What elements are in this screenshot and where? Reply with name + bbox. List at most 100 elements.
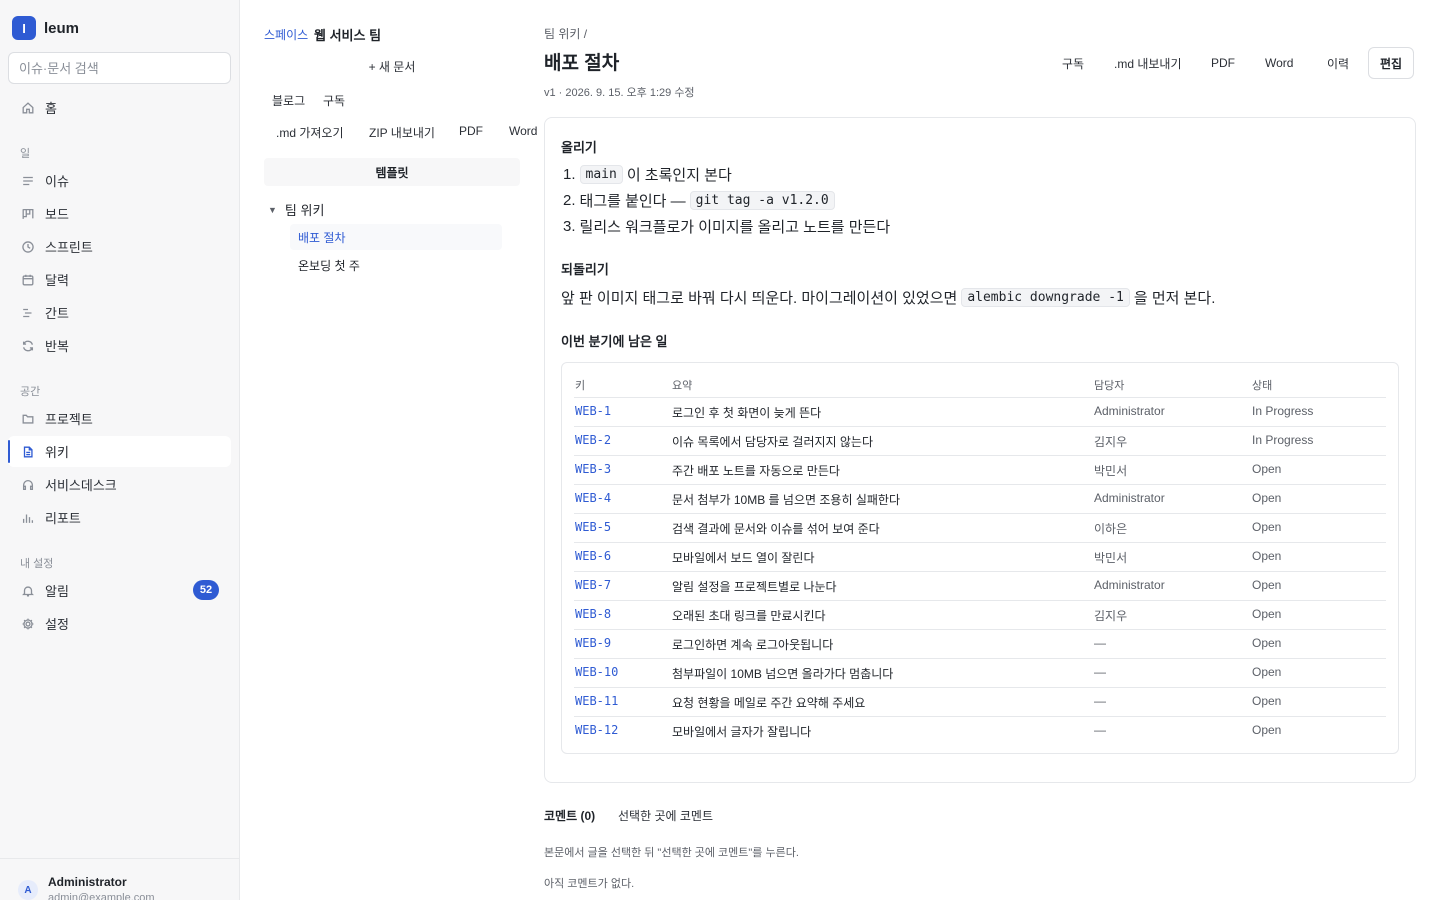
issue-key-link[interactable]: WEB-5 [575, 520, 611, 534]
rollback-paragraph: 앞 판 이미지 태그로 바꿔 다시 띄운다. 마이그레이션이 있었으면 alem… [561, 287, 1215, 308]
column-header-status: 상태 [1252, 380, 1273, 392]
sidebar-item-sprint[interactable]: 스프린트 [8, 231, 231, 262]
issue-assignee: 박민서 [1094, 464, 1128, 478]
issue-assignee: Administrator [1094, 578, 1165, 592]
row-divider [574, 687, 1386, 688]
brand[interactable]: I leum [12, 16, 79, 40]
document-meta: v1 · 2026. 9. 15. 오후 1:29 수정 [544, 87, 695, 99]
issue-key-link[interactable]: WEB-12 [575, 723, 618, 737]
home-icon [22, 101, 34, 113]
list-text: 이 초록인지 본다 [626, 167, 732, 184]
sidebar-item-issues[interactable]: 이슈 [8, 165, 231, 196]
sidebar-item-label: 리포트 [45, 511, 81, 526]
import-md-button[interactable]: .md 가져오기 [276, 124, 344, 141]
sidebar-item-wiki[interactable]: 위키 [8, 436, 231, 467]
row-divider [574, 426, 1386, 427]
caret-down-icon[interactable]: ▼ [268, 205, 277, 215]
column-header-key: 키 [575, 380, 586, 392]
issue-key-link[interactable]: WEB-6 [575, 549, 611, 563]
sidebar-item-home[interactable]: 홈 [8, 92, 231, 123]
export-word-button[interactable]: Word [1265, 48, 1293, 78]
template-button[interactable]: 템플릿 [264, 158, 520, 186]
user-profile[interactable]: A Administrator admin@example.com [0, 858, 239, 900]
list-icon [23, 176, 33, 185]
issue-key-link[interactable]: WEB-1 [575, 404, 611, 418]
issue-key-link[interactable]: WEB-7 [575, 578, 611, 592]
space-pdf-button[interactable]: PDF [459, 124, 483, 138]
issue-summary: 첨부파일이 10MB 넘으면 올라가다 멈춥니다 [672, 667, 894, 681]
sidebar: I leum 홈 일 이슈 보드 스프린트 달력 간트 반복 공간 프로젝트 위… [0, 0, 240, 900]
issue-summary: 문서 첨부가 10MB 를 넘으면 조용히 실패한다 [672, 493, 900, 507]
issue-status: Open [1252, 462, 1282, 476]
list-text: 태그를 붙인다 — [579, 193, 686, 210]
issue-status: In Progress [1252, 433, 1314, 447]
avatar: A [18, 880, 38, 900]
row-divider [574, 513, 1386, 514]
issue-status: Open [1252, 578, 1282, 592]
inline-code: git tag -a v1.2.0 [689, 191, 835, 210]
search-input[interactable] [8, 52, 231, 84]
issue-key-link[interactable]: WEB-10 [575, 665, 618, 679]
tree-node-team-wiki[interactable]: ▼ 팀 위키 [268, 200, 324, 219]
sidebar-item-board[interactable]: 보드 [8, 198, 231, 229]
issue-key-link[interactable]: WEB-11 [575, 694, 618, 708]
tree-node-deploy[interactable]: 배포 절차 [290, 224, 502, 250]
sidebar-item-label: 보드 [45, 207, 69, 222]
list-text: 릴리스 워크플로가 이미지를 올리고 노트를 만든다 [579, 219, 891, 236]
list-item: 3. 릴리스 워크플로가 이미지를 올리고 노트를 만든다 [563, 216, 890, 237]
export-md-button[interactable]: .md 내보내기 [1114, 48, 1182, 78]
breadcrumb[interactable]: 팀 위키 / [544, 25, 587, 42]
sidebar-item-recurring[interactable]: 반복 [8, 330, 231, 361]
comment-on-selection-button[interactable]: 선택한 곳에 코멘트 [618, 807, 713, 824]
sidebar-item-project[interactable]: 프로젝트 [8, 403, 231, 434]
issue-summary: 모바일에서 보드 열이 잘린다 [672, 551, 815, 565]
notification-count-badge: 52 [193, 580, 219, 600]
export-zip-button[interactable]: ZIP 내보내기 [369, 124, 435, 141]
issue-key-link[interactable]: WEB-4 [575, 491, 611, 505]
space-link[interactable]: 스페이스 [264, 26, 308, 43]
sidebar-item-servicedesk[interactable]: 서비스데스크 [8, 469, 231, 500]
paragraph-text: 을 먼저 본다. [1133, 290, 1216, 307]
tab-subscribe[interactable]: 구독 [323, 92, 345, 109]
new-document-button[interactable]: + 새 문서 [264, 58, 520, 78]
issue-key-link[interactable]: WEB-2 [575, 433, 611, 447]
issue-status: Open [1252, 549, 1282, 563]
subscribe-button[interactable]: 구독 [1062, 48, 1084, 78]
issue-key-link[interactable]: WEB-9 [575, 636, 611, 650]
sidebar-item-label: 위키 [45, 445, 69, 460]
issue-assignee: — [1094, 723, 1106, 737]
sidebar-item-label: 이슈 [45, 174, 69, 189]
user-email: admin@example.com [48, 892, 155, 900]
sidebar-item-calendar[interactable]: 달력 [8, 264, 231, 295]
comments-heading: 코멘트 (0) [544, 809, 596, 823]
sidebar-item-report[interactable]: 리포트 [8, 502, 231, 533]
issue-summary: 검색 결과에 문서와 이슈를 섞어 보여 준다 [672, 522, 880, 536]
list-number: 3. [563, 218, 576, 235]
issue-summary: 주간 배포 노트를 자동으로 만든다 [672, 464, 840, 478]
history-button[interactable]: 이력 [1327, 48, 1349, 78]
section-label-space: 공간 [20, 386, 41, 398]
row-divider [574, 600, 1386, 601]
team-name: 웹 서비스 팀 [314, 28, 382, 43]
issue-assignee: Administrator [1094, 491, 1165, 505]
issue-key-link[interactable]: WEB-8 [575, 607, 611, 621]
sidebar-item-notifications[interactable]: 알림 52 [8, 575, 231, 606]
tree-node-onboarding[interactable]: 온보딩 첫 주 [290, 252, 502, 278]
issue-summary: 알림 설정을 프로젝트별로 나눈다 [672, 580, 837, 594]
space-word-button[interactable]: Word [509, 124, 537, 138]
sidebar-item-settings[interactable]: 설정 [8, 608, 231, 639]
headset-icon [22, 479, 34, 490]
tab-blog[interactable]: 블로그 [272, 92, 305, 109]
issue-summary: 모바일에서 글자가 잘립니다 [672, 725, 812, 739]
sidebar-item-gantt[interactable]: 간트 [8, 297, 231, 328]
export-pdf-button[interactable]: PDF [1211, 48, 1235, 78]
issue-summary: 오래된 초대 링크를 만료시킨다 [672, 609, 826, 623]
paragraph-text: 앞 판 이미지 태그로 바꿔 다시 띄운다. 마이그레이션이 있었으면 [561, 290, 958, 307]
edit-button[interactable]: 편집 [1368, 47, 1415, 79]
issue-summary: 요청 현황을 메일로 주간 요약해 주세요 [672, 696, 866, 710]
brand-logo: I [12, 16, 36, 40]
issue-assignee: — [1094, 694, 1106, 708]
issue-key-link[interactable]: WEB-3 [575, 462, 611, 476]
sidebar-item-label: 설정 [45, 617, 69, 632]
comment-empty: 아직 코멘트가 없다. [544, 878, 635, 890]
